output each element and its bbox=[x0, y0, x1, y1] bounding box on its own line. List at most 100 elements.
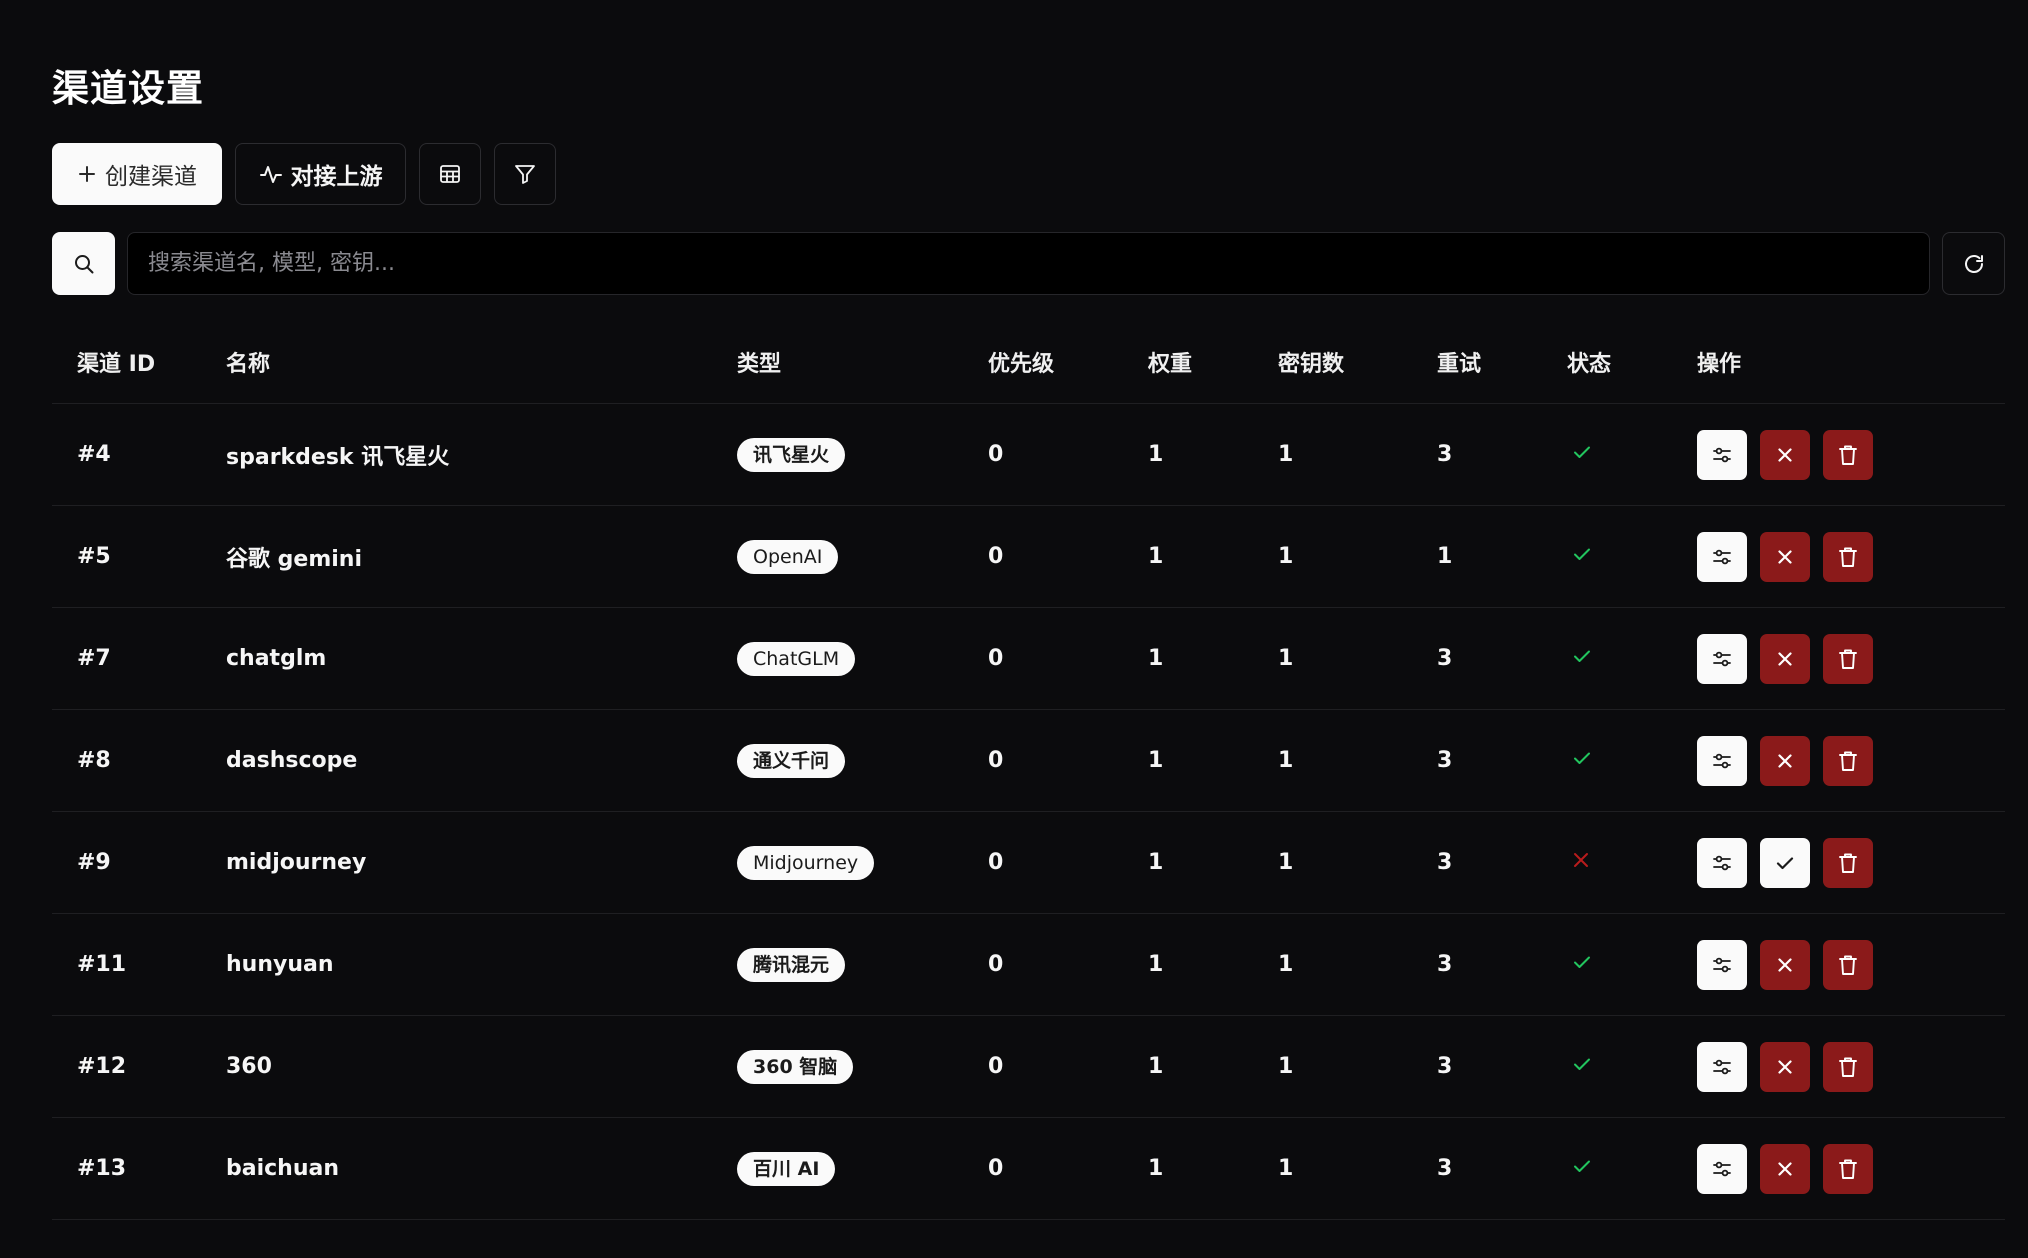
channel-key-count: 1 bbox=[1278, 811, 1437, 914]
header-type[interactable]: 类型 bbox=[737, 320, 988, 404]
sliders-icon bbox=[1710, 1157, 1734, 1181]
delete-channel-button[interactable] bbox=[1823, 1143, 1873, 1194]
delete-channel-button[interactable] bbox=[1823, 939, 1873, 990]
row-actions bbox=[1697, 837, 2005, 888]
header-channel-id[interactable]: 渠道 ID bbox=[52, 320, 226, 404]
search-button[interactable] bbox=[52, 232, 115, 295]
channel-type-badge: Midjourney bbox=[737, 845, 875, 880]
disable-channel-button[interactable] bbox=[1760, 633, 1810, 684]
table-body: #4 sparkdesk 讯飞星火 讯飞星火 0 1 1 3 #5 谷歌 gemini OpenA… bbox=[52, 403, 2005, 1220]
channel-key-count: 1 bbox=[1278, 505, 1437, 608]
channel-id: #5 bbox=[52, 505, 226, 608]
status-enabled-check-icon bbox=[1571, 1053, 1593, 1075]
search-input[interactable] bbox=[127, 232, 1930, 295]
close-icon bbox=[1775, 1159, 1795, 1179]
edit-settings-button[interactable] bbox=[1697, 939, 1747, 990]
table-row: #11 hunyuan 腾讯混元 0 1 1 3 bbox=[52, 913, 2005, 1016]
close-icon bbox=[1775, 445, 1795, 465]
refresh-button[interactable] bbox=[1942, 232, 2005, 295]
channel-type-badge: 百川 AI bbox=[737, 1151, 836, 1186]
channel-retry: 3 bbox=[1437, 1015, 1567, 1118]
table-row: #12 360 360 智脑 0 1 1 3 bbox=[52, 1015, 2005, 1118]
table-row: #5 谷歌 gemini OpenAI 0 1 1 1 bbox=[52, 505, 2005, 608]
table-row: #8 dashscope 通义千问 0 1 1 3 bbox=[52, 709, 2005, 812]
channel-name: 谷歌 gemini bbox=[226, 505, 737, 608]
table-view-button[interactable] bbox=[419, 143, 481, 205]
trash-icon bbox=[1837, 749, 1859, 773]
table-row: #7 chatglm ChatGLM 0 1 1 3 bbox=[52, 607, 2005, 710]
edit-settings-button[interactable] bbox=[1697, 1143, 1747, 1194]
trash-icon bbox=[1837, 647, 1859, 671]
disable-channel-button[interactable] bbox=[1760, 429, 1810, 480]
connect-upstream-label: 对接上游 bbox=[290, 164, 383, 190]
row-actions bbox=[1697, 939, 2005, 990]
delete-channel-button[interactable] bbox=[1823, 531, 1873, 582]
channel-id: #13 bbox=[52, 1117, 226, 1220]
table-row: #13 baichuan 百川 AI 0 1 1 3 bbox=[52, 1117, 2005, 1220]
edit-settings-button[interactable] bbox=[1697, 1041, 1747, 1092]
header-retry[interactable]: 重试 bbox=[1437, 320, 1567, 404]
header-status[interactable]: 状态 bbox=[1567, 320, 1697, 404]
channel-key-count: 1 bbox=[1278, 1015, 1437, 1118]
search-icon bbox=[72, 252, 96, 276]
sliders-icon bbox=[1710, 749, 1734, 773]
channel-name: 360 bbox=[226, 1015, 737, 1118]
status-enabled-check-icon bbox=[1571, 441, 1593, 463]
trash-icon bbox=[1837, 1157, 1859, 1181]
disable-channel-button[interactable] bbox=[1760, 1041, 1810, 1092]
channel-priority: 0 bbox=[988, 1015, 1148, 1118]
status-enabled-check-icon bbox=[1571, 1155, 1593, 1177]
channel-name: sparkdesk 讯飞星火 bbox=[226, 403, 737, 506]
enable-channel-button[interactable] bbox=[1760, 837, 1810, 888]
edit-settings-button[interactable] bbox=[1697, 837, 1747, 888]
delete-channel-button[interactable] bbox=[1823, 837, 1873, 888]
sliders-icon bbox=[1710, 1055, 1734, 1079]
edit-settings-button[interactable] bbox=[1697, 531, 1747, 582]
channel-key-count: 1 bbox=[1278, 403, 1437, 506]
disable-channel-button[interactable] bbox=[1760, 735, 1810, 786]
search-row bbox=[52, 232, 2005, 295]
connect-upstream-button[interactable]: 对接上游 bbox=[235, 143, 406, 205]
disable-channel-button[interactable] bbox=[1760, 531, 1810, 582]
filter-icon bbox=[513, 162, 537, 186]
edit-settings-button[interactable] bbox=[1697, 429, 1747, 480]
filter-button[interactable] bbox=[494, 143, 556, 205]
activity-icon bbox=[259, 163, 283, 185]
channel-name: dashscope bbox=[226, 709, 737, 812]
header-weight[interactable]: 权重 bbox=[1148, 320, 1278, 404]
edit-settings-button[interactable] bbox=[1697, 633, 1747, 684]
header-key-count[interactable]: 密钥数 bbox=[1278, 320, 1437, 404]
trash-icon bbox=[1837, 443, 1859, 467]
channel-name: chatglm bbox=[226, 607, 737, 710]
channel-weight: 1 bbox=[1148, 913, 1278, 1016]
channel-key-count: 1 bbox=[1278, 913, 1437, 1016]
table-header-row: 渠道 ID 名称 类型 优先级 权重 密钥数 重试 状态 操作 bbox=[52, 320, 2005, 404]
create-channel-button[interactable]: 创建渠道 bbox=[52, 143, 222, 205]
close-icon bbox=[1775, 955, 1795, 975]
delete-channel-button[interactable] bbox=[1823, 429, 1873, 480]
channel-key-count: 1 bbox=[1278, 607, 1437, 710]
channel-weight: 1 bbox=[1148, 709, 1278, 812]
delete-channel-button[interactable] bbox=[1823, 735, 1873, 786]
channel-name: midjourney bbox=[226, 811, 737, 914]
trash-icon bbox=[1837, 1055, 1859, 1079]
disable-channel-button[interactable] bbox=[1760, 939, 1810, 990]
status-enabled-check-icon bbox=[1571, 951, 1593, 973]
table-row: #4 sparkdesk 讯飞星火 讯飞星火 0 1 1 3 bbox=[52, 403, 2005, 506]
channel-weight: 1 bbox=[1148, 403, 1278, 506]
channel-name: hunyuan bbox=[226, 913, 737, 1016]
sliders-icon bbox=[1710, 647, 1734, 671]
channel-key-count: 1 bbox=[1278, 1117, 1437, 1220]
header-priority[interactable]: 优先级 bbox=[988, 320, 1148, 404]
disable-channel-button[interactable] bbox=[1760, 1143, 1810, 1194]
close-icon bbox=[1775, 1057, 1795, 1077]
header-name[interactable]: 名称 bbox=[226, 320, 737, 404]
edit-settings-button[interactable] bbox=[1697, 735, 1747, 786]
channel-retry: 3 bbox=[1437, 1117, 1567, 1220]
delete-channel-button[interactable] bbox=[1823, 633, 1873, 684]
row-actions bbox=[1697, 735, 2005, 786]
delete-channel-button[interactable] bbox=[1823, 1041, 1873, 1092]
status-disabled-x-icon bbox=[1571, 850, 1591, 870]
channel-id: #12 bbox=[52, 1015, 226, 1118]
row-actions bbox=[1697, 531, 2005, 582]
